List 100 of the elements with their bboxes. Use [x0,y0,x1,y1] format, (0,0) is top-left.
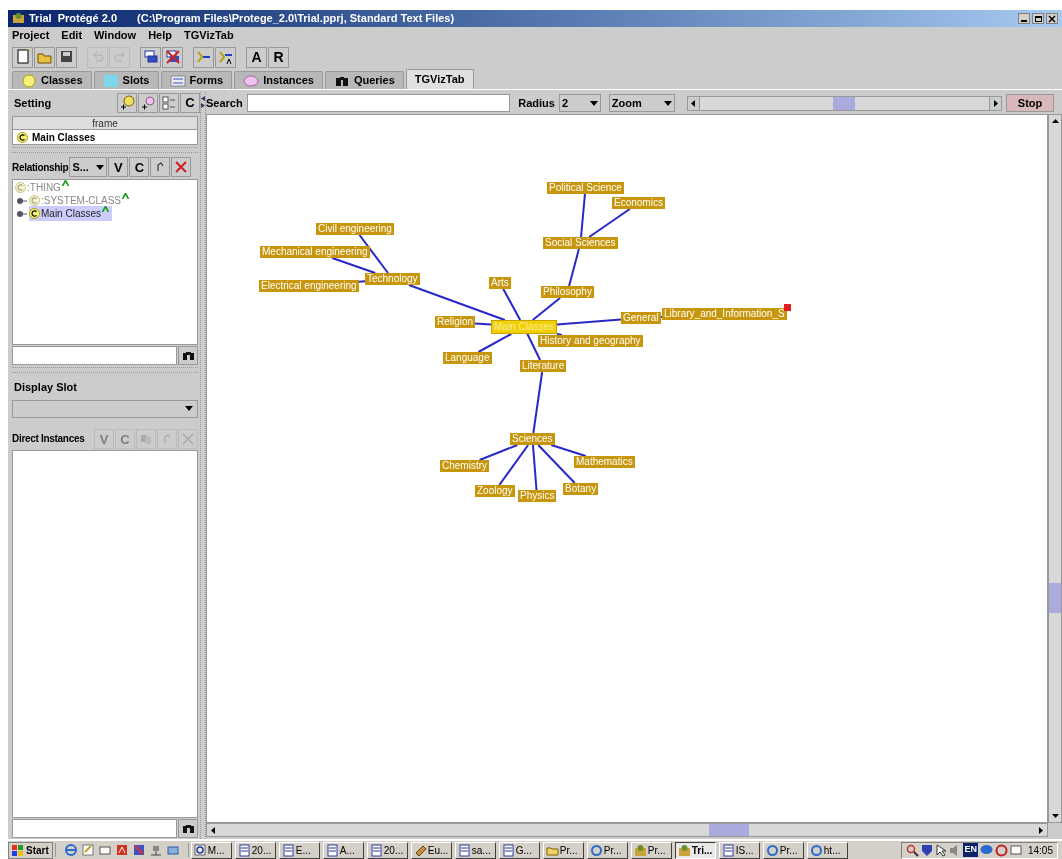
save-icon[interactable] [56,46,77,68]
mail-icon[interactable] [165,843,180,857]
tab[interactable]: Classes [12,71,92,89]
scrollbar-thumb[interactable] [709,824,749,836]
menu-item[interactable]: Help [148,27,172,44]
app-icon [12,12,25,25]
connector [568,248,580,287]
tab[interactable]: Forms [160,71,233,89]
panel-label: Direct Instances [12,432,85,446]
menu-item[interactable]: TGVizTab [184,27,234,44]
search-field[interactable] [12,346,177,365]
zoom-slider[interactable] [686,95,1003,111]
tree-item[interactable]: :SYSTEM-CLASS [41,193,122,208]
create-slot-icon[interactable] [138,93,158,113]
move-icon[interactable] [150,157,171,177]
taskbar-button[interactable]: Pr... [542,841,584,859]
scroll-arrow-icon [211,826,215,834]
chat-icon[interactable] [979,843,993,857]
start-button[interactable]: Start [8,841,53,859]
taskbar-button[interactable]: Pr... [762,841,804,859]
dropdown-arrow-icon [185,406,193,411]
taskbar-button[interactable]: sa... [454,841,496,859]
expand-badge-icon[interactable] [783,304,791,311]
horizontal-scrollbar[interactable] [206,823,1048,837]
new-file-icon[interactable] [12,46,33,68]
zoom-dropdown[interactable]: Zoom [608,94,675,112]
connector [477,333,513,353]
class-icon [29,195,40,206]
tab[interactable]: Queries [324,71,404,89]
minimize-button[interactable] [1018,13,1030,24]
taskbar-button[interactable]: A... [322,841,364,859]
stop-button[interactable]: Stop [1006,94,1054,112]
taskbar-button[interactable]: ht... [806,841,848,859]
search-field[interactable] [12,819,177,838]
toolbar-button[interactable]: V [108,157,129,177]
taskbar-button[interactable]: IS... [718,841,760,859]
c-button[interactable]: C [180,93,200,113]
menu-item[interactable]: Project [12,27,50,44]
delete-boxes-icon[interactable] [162,46,183,68]
tab[interactable]: Instances [234,71,323,89]
radius-dropdown[interactable]: 2 [558,94,601,112]
create-class-icon[interactable] [117,93,137,113]
slider-thumb[interactable] [833,96,856,110]
collapsed-handle-icon[interactable] [17,196,27,205]
window-icon[interactable] [1009,845,1022,855]
stacked-boxes-icon[interactable] [140,46,161,68]
browser-icon[interactable] [63,843,78,857]
taskbar-button[interactable]: 20... [366,841,408,859]
checklist-icon[interactable] [159,93,179,113]
color-icon[interactable] [131,843,146,857]
binoculars-icon[interactable] [178,819,198,838]
pointer-icon[interactable] [935,843,948,857]
form-icon [169,73,186,88]
close-icon [1048,15,1056,23]
app-icon [677,843,691,857]
connector [588,208,631,238]
search-field[interactable] [246,94,511,112]
menu-item[interactable]: Edit [61,27,83,44]
notepad-icon[interactable] [80,843,95,857]
close-button[interactable] [1046,13,1058,24]
maximize-button[interactable] [1032,13,1044,24]
language-indicator[interactable]: EN [963,843,978,857]
collapsed-handle-icon[interactable] [17,209,27,218]
column-header: frame [13,117,197,130]
radius-label: Radius [518,95,555,111]
scrollbar-thumb[interactable] [1049,583,1061,613]
vertical-scrollbar[interactable] [1048,114,1062,823]
display-slot-dropdown[interactable] [12,399,198,418]
pdf-icon[interactable] [114,843,129,857]
search-icon[interactable] [906,843,920,857]
taskbar-button[interactable]: E... [278,841,320,859]
tab[interactable]: TGVizTab [405,69,474,89]
arrow-tree-icon[interactable] [215,46,236,68]
tree-item[interactable]: :THING [27,180,61,195]
document-icon [457,843,471,857]
delete-icon[interactable] [171,157,192,177]
window-icon[interactable] [97,843,112,857]
class-icon [29,208,40,219]
shield-icon[interactable] [921,843,934,857]
taskbar-button[interactable]: Tri... [674,841,716,859]
binoculars-icon[interactable] [178,346,198,365]
connector [358,280,366,283]
arrow-tree-icon[interactable] [193,46,214,68]
toolbar-button[interactable]: R [268,46,289,68]
taskbar-button[interactable]: Pr... [586,841,628,859]
relationship-dropdown[interactable]: S... [69,157,108,177]
toolbar-button[interactable]: C [129,157,150,177]
taskbar-button[interactable]: 20... [234,841,276,859]
taskbar-button[interactable]: Eu... [410,841,452,859]
taskbar-button[interactable]: G... [498,841,540,859]
toolbar-button[interactable]: A [246,46,267,68]
tab[interactable]: Slots [93,71,159,89]
network-icon[interactable] [148,843,163,857]
menu-item[interactable]: Window [94,27,137,44]
search-label: Search [206,95,243,111]
refresh-icon[interactable] [994,843,1008,857]
taskbar-button[interactable]: M... [190,841,232,859]
taskbar-button[interactable]: Pr... [630,841,672,859]
document-icon [325,843,339,857]
slot-icon [102,73,119,88]
